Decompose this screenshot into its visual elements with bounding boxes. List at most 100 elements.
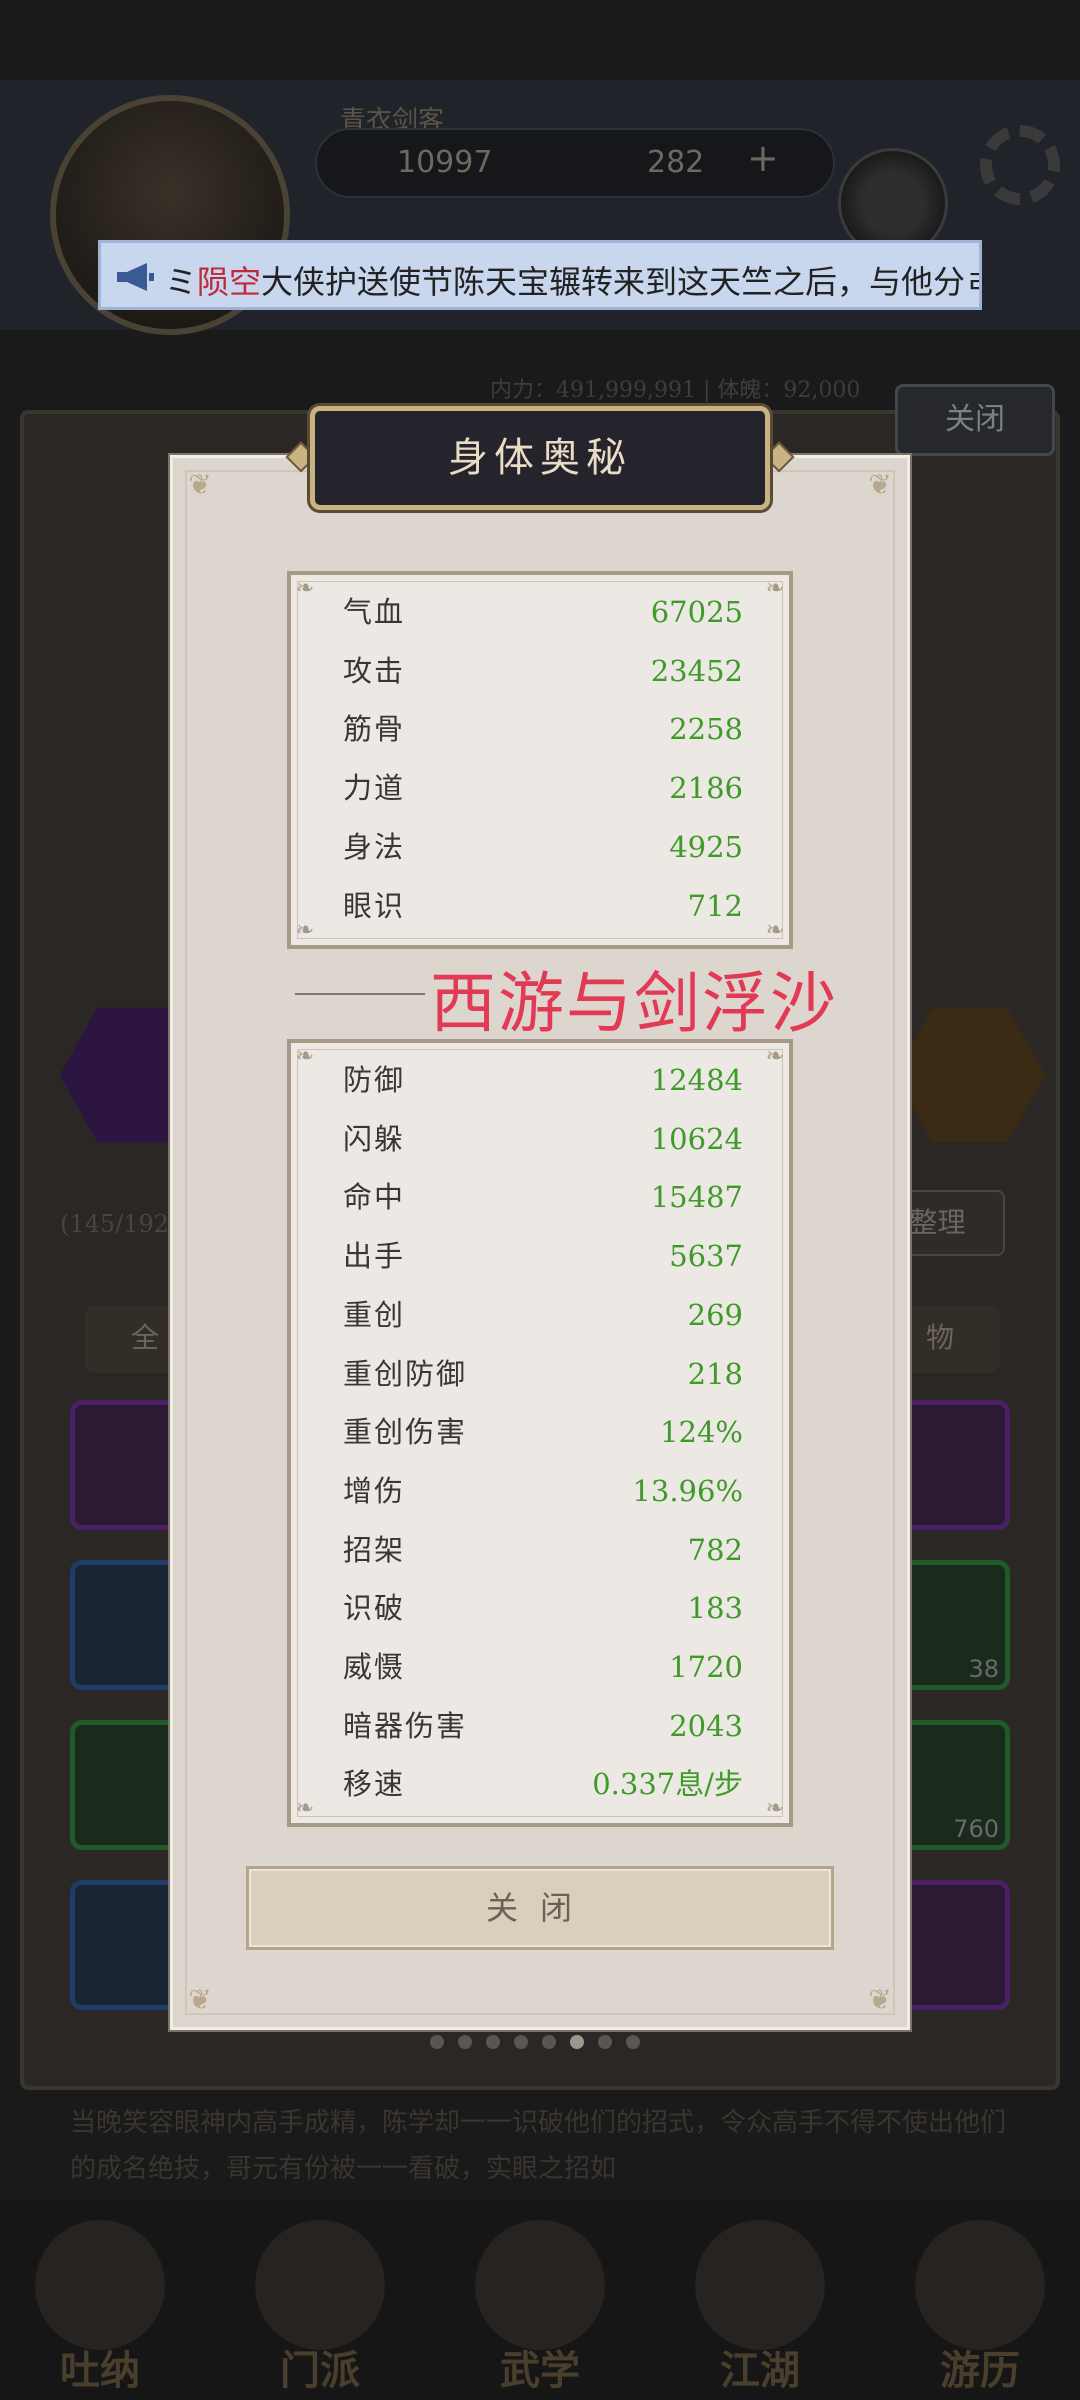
stat-label: 识破: [343, 1591, 406, 1626]
ticker-text: ミ陨空大侠护送使节陈天宝辗转来到这天竺之后，与他分ㄹ: [165, 257, 982, 303]
page-indicator: [430, 2032, 650, 2052]
page-dot-active: [570, 2035, 584, 2049]
stat-row: 识破 183: [343, 1583, 743, 1633]
resource-bar: 10997 282 +: [315, 128, 835, 198]
stat-row: 重创 269: [343, 1290, 743, 1340]
nav-label: 江湖: [720, 2347, 800, 2394]
stat-row: 防御 12484: [343, 1055, 743, 1105]
nav-label: 吐纳: [60, 2347, 140, 2394]
jade-count: 282: [647, 145, 705, 180]
dialog-title-plate: 身体奥秘: [310, 406, 770, 510]
corner-ornament-icon: ❧: [295, 1044, 315, 1069]
ticker-message: 大侠护送使节陈天宝辗转来到这天竺之后，与他分ㄹ: [261, 263, 982, 301]
stat-label: 气血: [343, 595, 406, 629]
dialog-title: 身体奥秘: [448, 435, 632, 481]
corner-ornament-icon: ❦: [868, 468, 892, 501]
stat-label: 攻击: [343, 653, 406, 688]
megaphone-icon: [117, 263, 154, 291]
corner-ornament-icon: ❦: [188, 468, 212, 501]
stat-label: 重创伤害: [343, 1415, 468, 1450]
add-currency-button: +: [747, 136, 779, 180]
stat-value: 13.96%: [632, 1473, 743, 1508]
stat-label: 筋骨: [343, 712, 406, 747]
divider: [295, 993, 425, 995]
nav-icon: [35, 2220, 165, 2350]
page-dot: [486, 2035, 500, 2049]
stat-label: 增伤: [343, 1473, 406, 1508]
stat-row: 出手 5637: [343, 1231, 743, 1281]
stat-row: 气血 67025: [343, 587, 743, 637]
stat-value: 10624: [650, 1121, 743, 1156]
stat-value: 12484: [650, 1063, 743, 1097]
background-close-button: 关闭: [895, 384, 1055, 456]
corner-ornament-icon: ❧: [765, 576, 785, 601]
stat-row: 威慑 1720: [343, 1642, 743, 1692]
stat-value: 712: [687, 888, 743, 923]
stat-label: 身法: [343, 829, 406, 864]
close-button-label: 关闭: [485, 1889, 594, 1927]
nav-sect: 门派: [230, 2200, 410, 2400]
stat-value: 5637: [669, 1239, 743, 1274]
close-button[interactable]: 关闭: [246, 1866, 834, 1950]
ticker-player-name: 陨空: [197, 263, 262, 301]
stat-label: 防御: [343, 1063, 406, 1097]
stat-label: 眼识: [343, 888, 406, 923]
stat-row: 眼识 712: [343, 881, 743, 931]
ticker-prefix: ミ: [165, 263, 198, 301]
nav-icon: [915, 2220, 1045, 2350]
stat-label: 招架: [343, 1532, 406, 1567]
stat-row: 重创防御 218: [343, 1349, 743, 1399]
stat-value: 218: [687, 1356, 743, 1391]
page-dot: [458, 2035, 472, 2049]
page-dot: [542, 2035, 556, 2049]
item-description: 当晚笑容眼神内高手成精，陈学却一一识破他们的招式，令众高手不得不使出他们的成名绝…: [70, 2108, 1007, 2184]
corner-ornament-icon: ❧: [295, 1796, 315, 1821]
nav-travel: 游历: [890, 2200, 1070, 2400]
corner-ornament-icon: ❦: [188, 1983, 212, 2016]
nav-label: 游历: [940, 2347, 1020, 2394]
stat-label: 暗器伤害: [343, 1708, 468, 1743]
stat-value: 1720: [669, 1650, 743, 1684]
stat-row: 闪躲 10624: [343, 1114, 743, 1164]
stat-row: 筋骨 2258: [343, 704, 743, 754]
stat-row: 攻击 23452: [343, 646, 743, 696]
stat-value: 124%: [660, 1415, 743, 1450]
header-stats: 内力：491,999,991 | 体魄：92,000: [490, 378, 861, 403]
stat-row: 身法 4925: [343, 822, 743, 872]
nav-label: 武学: [500, 2347, 580, 2394]
stat-label: 力道: [343, 771, 406, 806]
page-dot: [598, 2035, 612, 2049]
nav-icon: [695, 2220, 825, 2350]
stat-label: 威慑: [343, 1650, 406, 1684]
stat-value: 269: [687, 1297, 743, 1332]
stat-value: 67025: [650, 595, 743, 629]
stat-value: 2043: [669, 1708, 743, 1743]
slot-count: 38: [968, 1655, 999, 1683]
stat-value: 2258: [669, 712, 743, 747]
stat-label: 重创防御: [343, 1356, 468, 1391]
basic-stats-box: ❧ ❧ ❧ ❧ 气血 67025 攻击 23452 筋骨 2258 力道 2186 身法 4925…: [287, 571, 793, 949]
page-dot: [514, 2035, 528, 2049]
corner-ornament-icon: ❧: [765, 1796, 785, 1821]
stat-value: 183: [687, 1591, 743, 1626]
stat-value: 2186: [669, 771, 743, 806]
announcement-ticker[interactable]: ミ陨空大侠护送使节陈天宝辗转来到这天竺之后，与他分ㄹ: [98, 240, 982, 310]
nav-martial-arts: 武学: [450, 2200, 630, 2400]
corner-ornament-icon: ❧: [295, 576, 315, 601]
stat-row: 暗器伤害 2043: [343, 1701, 743, 1751]
stat-value: 782: [687, 1532, 743, 1567]
stat-row: 命中 15487: [343, 1172, 743, 1222]
stat-label: 命中: [343, 1180, 406, 1215]
stat-row: 力道 2186: [343, 763, 743, 813]
corner-ornament-icon: ❦: [868, 1983, 892, 2016]
corner-ornament-icon: ❧: [765, 918, 785, 943]
watermark-text: 西游与剑浮沙: [430, 965, 838, 1042]
stat-row: 移速 0.337息/步: [343, 1759, 743, 1809]
stat-row: 重创伤害 124%: [343, 1407, 743, 1457]
nav-icon: [255, 2220, 385, 2350]
nav-icon: [475, 2220, 605, 2350]
page-dot: [626, 2035, 640, 2049]
coin-count: 10997: [397, 145, 493, 180]
stat-label: 出手: [343, 1239, 406, 1274]
corner-ornament-icon: ❧: [295, 918, 315, 943]
